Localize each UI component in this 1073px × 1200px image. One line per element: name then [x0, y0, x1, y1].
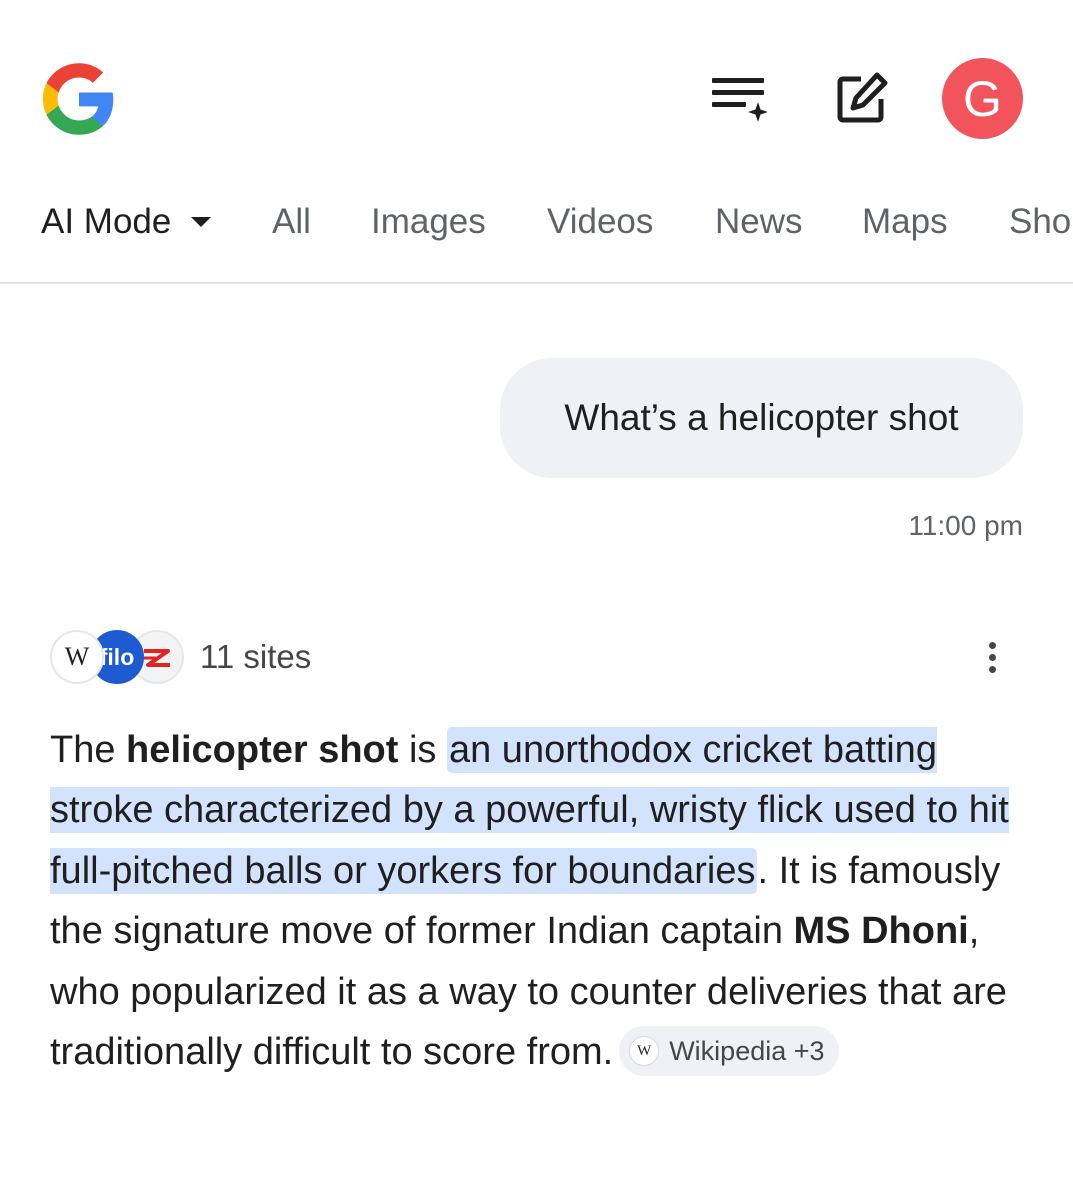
wikipedia-favicon: W [50, 630, 104, 684]
filo-favicon-label: filo [99, 643, 135, 670]
sources-count: 11 sites [200, 638, 312, 675]
query-timestamp: 11:00 pm [908, 510, 1023, 541]
tab-shopping[interactable]: Sho [1009, 200, 1071, 244]
sources-button[interactable]: W filo 11 sites [50, 628, 311, 686]
wikipedia-citation-icon: W [629, 1036, 660, 1066]
search-mode-tabs: AI Mode All Images Videos News Maps Sho [0, 190, 1073, 284]
ai-mode-history-button[interactable] [702, 60, 778, 136]
caret-down-icon [191, 216, 212, 227]
citation-chip[interactable]: W Wikipedia +3 [619, 1026, 839, 1076]
tab-images[interactable]: Images [371, 200, 486, 244]
ai-mode-history-icon [712, 78, 768, 122]
wikipedia-favicon-letter: W [64, 642, 90, 671]
account-avatar[interactable]: G [942, 58, 1023, 139]
tab-ai-mode[interactable]: AI Mode [41, 200, 212, 244]
tab-maps[interactable]: Maps [862, 200, 948, 244]
new-chat-button[interactable] [824, 60, 900, 136]
ai-answer-paragraph: The helicopter shot is an unorthodox cri… [50, 720, 1010, 1082]
user-query-bubble: What’s a helicopter shot [500, 358, 1023, 478]
answer-bold-term: helicopter shot [126, 729, 399, 771]
new-chat-icon [837, 72, 888, 123]
tab-all[interactable]: All [272, 200, 311, 244]
answer-bold-name: MS Dhoni [793, 910, 969, 953]
more-options-button[interactable] [972, 635, 1012, 679]
tab-news[interactable]: News [715, 200, 803, 244]
tab-videos[interactable]: Videos [547, 200, 653, 244]
google-g-icon[interactable] [40, 60, 118, 138]
top-header: G [0, 0, 1073, 190]
more-vert-dot [988, 641, 996, 649]
user-query-text: What’s a helicopter shot [564, 397, 959, 438]
tab-ai-mode-label: AI Mode [41, 202, 172, 241]
answer-text: The [50, 729, 127, 771]
citation-label: Wikipedia +3 [669, 1035, 825, 1066]
answer-text: is [398, 729, 447, 771]
more-vert-dot [988, 665, 996, 673]
avatar-letter: G [963, 70, 1002, 127]
more-vert-dot [988, 653, 996, 661]
